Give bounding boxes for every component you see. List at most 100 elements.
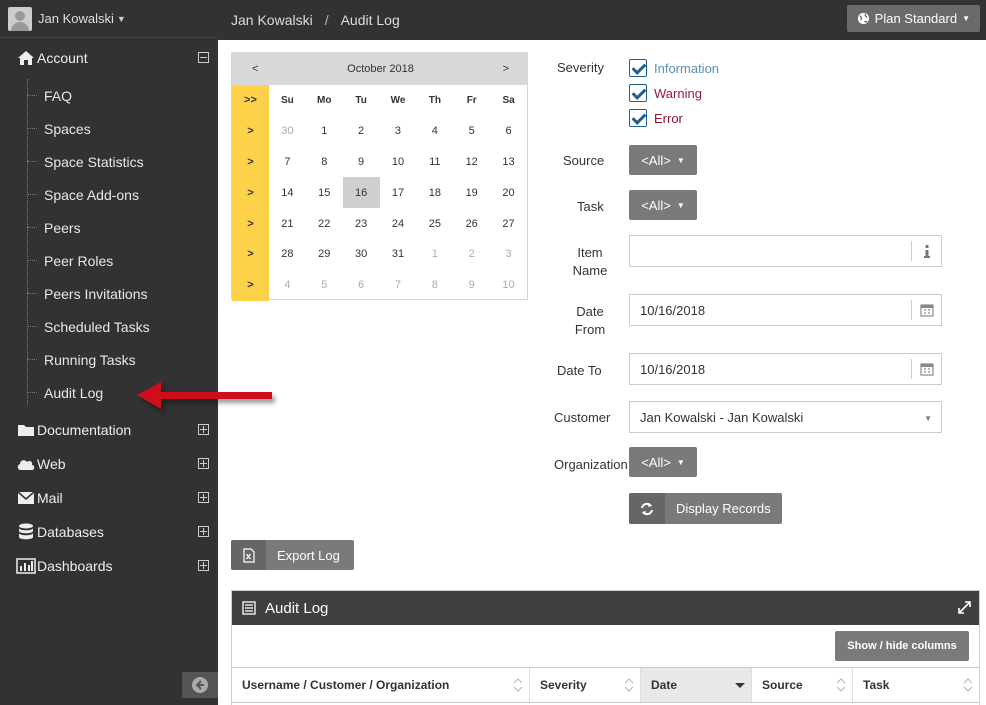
expand-icon[interactable] bbox=[198, 526, 209, 537]
sidebar-item-peers[interactable]: Peers bbox=[0, 211, 218, 244]
sidebar-item-mail[interactable]: Mail bbox=[0, 481, 218, 515]
calendar-day[interactable]: 3 bbox=[490, 239, 527, 270]
calendar-day[interactable]: 5 bbox=[306, 270, 343, 301]
sidebar-item-space-addons[interactable]: Space Add-ons bbox=[0, 178, 218, 211]
severity-error-checkbox[interactable]: Error bbox=[629, 108, 683, 128]
calendar-day[interactable]: 30 bbox=[343, 239, 380, 270]
calendar-day[interactable]: 25 bbox=[416, 208, 453, 239]
sidebar-item-label: Peers Invitations bbox=[44, 285, 148, 302]
calendar-select-all-weeks[interactable]: >> bbox=[232, 85, 269, 116]
calendar-day[interactable]: 9 bbox=[453, 270, 490, 301]
sidebar-item-web[interactable]: Web bbox=[0, 447, 218, 481]
date-from-input[interactable]: 10/16/2018 bbox=[629, 294, 942, 326]
calendar-icon[interactable] bbox=[911, 300, 941, 320]
calendar-day[interactable]: 5 bbox=[453, 116, 490, 147]
calendar-day[interactable]: 1 bbox=[416, 239, 453, 270]
sidebar-item-scheduled-tasks[interactable]: Scheduled Tasks bbox=[0, 310, 218, 343]
calendar-day[interactable]: 8 bbox=[306, 147, 343, 178]
sidebar-item-faq[interactable]: FAQ bbox=[0, 79, 218, 112]
calendar-day[interactable]: 10 bbox=[490, 270, 527, 301]
calendar-day[interactable]: 15 bbox=[306, 177, 343, 208]
calendar-day[interactable]: 16 bbox=[342, 177, 380, 209]
task-dropdown[interactable]: <All> ▼ bbox=[629, 190, 697, 220]
calendar-select-week[interactable]: > bbox=[232, 177, 269, 209]
fullscreen-icon[interactable] bbox=[958, 601, 971, 618]
calendar-day[interactable]: 8 bbox=[416, 270, 453, 301]
column-header-task[interactable]: Task bbox=[853, 668, 979, 702]
sidebar-item-documentation[interactable]: Documentation bbox=[0, 413, 218, 447]
calendar-select-week[interactable]: > bbox=[232, 208, 269, 239]
severity-information-checkbox[interactable]: Information bbox=[629, 58, 719, 78]
severity-warning-checkbox[interactable]: Warning bbox=[629, 83, 702, 103]
calendar-day[interactable]: 24 bbox=[380, 208, 417, 239]
calendar-day[interactable]: 29 bbox=[306, 239, 343, 270]
sidebar-item-account[interactable]: Account bbox=[0, 41, 218, 75]
calendar-day[interactable]: 4 bbox=[416, 116, 453, 147]
calendar-day[interactable]: 12 bbox=[453, 147, 490, 178]
calendar-day[interactable]: 2 bbox=[453, 239, 490, 270]
calendar-day[interactable]: 26 bbox=[453, 208, 490, 239]
calendar-day[interactable]: 14 bbox=[269, 177, 306, 208]
sidebar-item-peer-roles[interactable]: Peer Roles bbox=[0, 244, 218, 277]
calendar-day[interactable]: 20 bbox=[490, 177, 527, 208]
column-header-source[interactable]: Source bbox=[752, 668, 853, 702]
column-header-date[interactable]: Date bbox=[641, 668, 752, 702]
calendar-day[interactable]: 23 bbox=[343, 208, 380, 239]
calendar-day[interactable]: 22 bbox=[306, 208, 343, 239]
calendar-select-week[interactable]: > bbox=[232, 146, 269, 178]
sidebar-item-space-statistics[interactable]: Space Statistics bbox=[0, 145, 218, 178]
collapse-icon[interactable] bbox=[198, 52, 209, 63]
sidebar-item-dashboards[interactable]: Dashboards bbox=[0, 549, 218, 583]
calendar-icon[interactable] bbox=[911, 359, 941, 379]
collapse-sidebar-button[interactable] bbox=[182, 672, 218, 698]
calendar-day[interactable]: 9 bbox=[343, 147, 380, 178]
sidebar-item-peers-invitations[interactable]: Peers Invitations bbox=[0, 277, 218, 310]
calendar-day[interactable]: 6 bbox=[490, 116, 527, 147]
sidebar-item-databases[interactable]: Databases bbox=[0, 515, 218, 549]
calendar-day[interactable]: 11 bbox=[416, 147, 453, 178]
expand-icon[interactable] bbox=[198, 492, 209, 503]
display-records-button[interactable]: Display Records bbox=[629, 493, 782, 524]
plan-dropdown-button[interactable]: Plan Standard ▼ bbox=[846, 5, 980, 32]
info-icon[interactable] bbox=[911, 241, 941, 261]
sidebar-item-running-tasks[interactable]: Running Tasks bbox=[0, 343, 218, 376]
calendar-day[interactable]: 1 bbox=[306, 116, 343, 147]
show-hide-columns-button[interactable]: Show / hide columns bbox=[835, 631, 969, 661]
calendar-day[interactable]: 31 bbox=[380, 239, 417, 270]
date-to-input[interactable]: 10/16/2018 bbox=[629, 353, 942, 385]
calendar-select-week[interactable]: > bbox=[232, 238, 269, 270]
column-header-username[interactable]: Username / Customer / Organization bbox=[232, 668, 530, 702]
calendar-month-title[interactable]: October 2018 bbox=[347, 63, 414, 75]
calendar-day[interactable]: 21 bbox=[269, 208, 306, 239]
organization-dropdown[interactable]: <All> ▼ bbox=[629, 447, 697, 477]
export-log-button[interactable]: Export Log bbox=[231, 540, 354, 570]
calendar-day[interactable]: 4 bbox=[269, 270, 306, 301]
breadcrumb-user[interactable]: Jan Kowalski bbox=[231, 12, 313, 28]
calendar-select-week[interactable]: > bbox=[232, 115, 269, 147]
column-header-severity[interactable]: Severity bbox=[530, 668, 641, 702]
calendar-day[interactable]: 10 bbox=[380, 147, 417, 178]
calendar-day[interactable]: 30 bbox=[269, 116, 306, 147]
source-dropdown[interactable]: <All> ▼ bbox=[629, 145, 697, 175]
expand-icon[interactable] bbox=[198, 458, 209, 469]
calendar-day[interactable]: 27 bbox=[490, 208, 527, 239]
calendar-prev-button[interactable]: < bbox=[252, 63, 258, 75]
calendar-day[interactable]: 7 bbox=[269, 147, 306, 178]
calendar-day[interactable]: 17 bbox=[380, 177, 417, 208]
calendar-day[interactable]: 19 bbox=[453, 177, 490, 208]
calendar-day[interactable]: 6 bbox=[343, 270, 380, 301]
calendar-day[interactable]: 13 bbox=[490, 147, 527, 178]
user-menu[interactable]: Jan Kowalski ▼ bbox=[0, 0, 218, 38]
calendar-day[interactable]: 28 bbox=[269, 239, 306, 270]
sidebar-item-spaces[interactable]: Spaces bbox=[0, 112, 218, 145]
calendar-next-button[interactable]: > bbox=[503, 63, 509, 75]
calendar-day[interactable]: 7 bbox=[380, 270, 417, 301]
expand-icon[interactable] bbox=[198, 424, 209, 435]
item-name-input[interactable] bbox=[629, 235, 942, 267]
calendar-day[interactable]: 2 bbox=[343, 116, 380, 147]
calendar-select-week[interactable]: > bbox=[232, 269, 269, 301]
calendar-day[interactable]: 3 bbox=[380, 116, 417, 147]
customer-select[interactable]: Jan Kowalski - Jan Kowalski ▼ bbox=[629, 401, 942, 433]
calendar-day[interactable]: 18 bbox=[416, 177, 453, 208]
expand-icon[interactable] bbox=[198, 560, 209, 571]
